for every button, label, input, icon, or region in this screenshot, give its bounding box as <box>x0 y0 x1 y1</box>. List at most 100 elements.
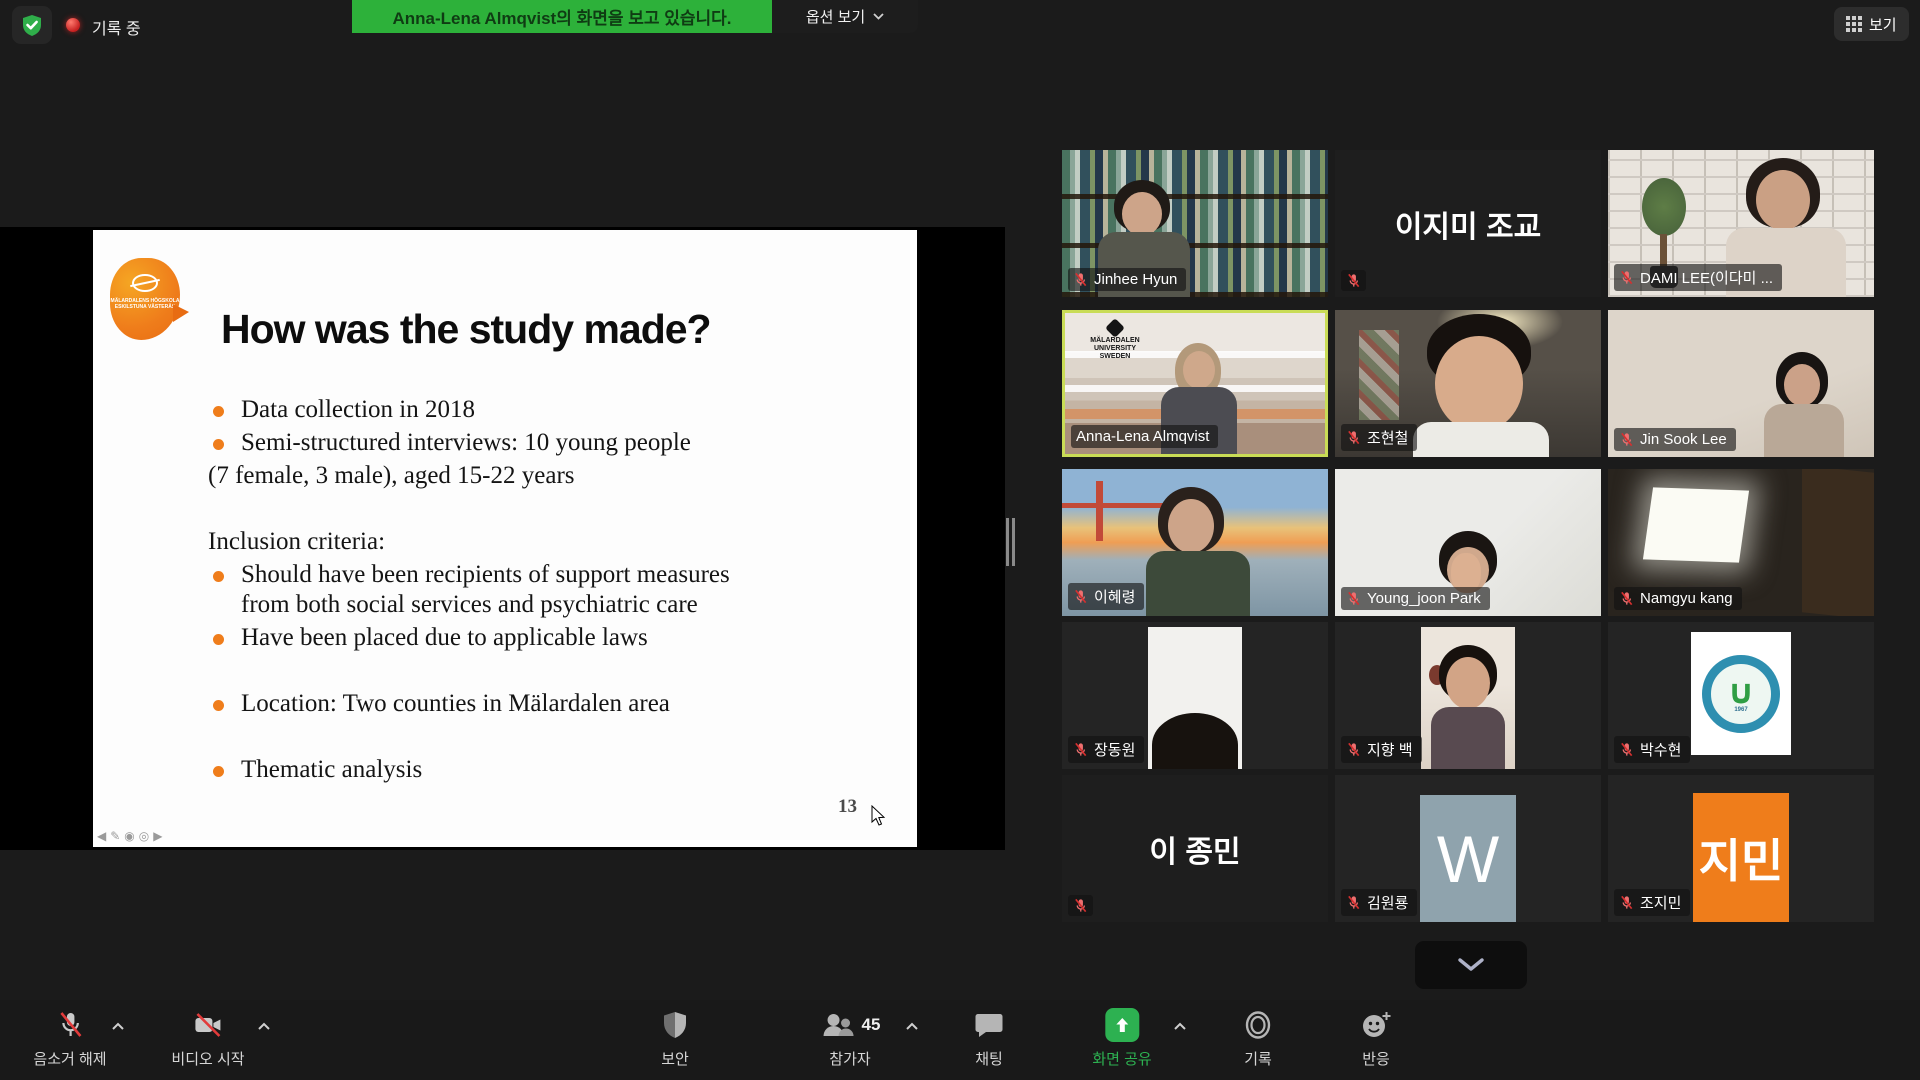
participant-tile[interactable]: Young_joon Park <box>1335 469 1601 616</box>
participant-avatar: 지민 <box>1693 793 1789 922</box>
participant-name: Namgyu kang <box>1640 590 1733 607</box>
record-button[interactable]: 기록 <box>1243 1008 1273 1069</box>
presentation-slide: MÄLARDALENS HÖGSKOLA ESKILSTUNA VÄSTERÅS… <box>93 230 917 847</box>
participant-name: Jin Sook Lee <box>1640 431 1727 448</box>
participant-tile[interactable]: 조현철 <box>1335 310 1601 457</box>
mic-off-icon <box>1346 273 1361 288</box>
share-screen-label: 화면 공유 <box>1092 1048 1151 1069</box>
participant-name: DAMI LEE(이다미 ... <box>1640 267 1773 288</box>
participants-label: 참가자 <box>829 1048 870 1069</box>
participant-name: Jinhee Hyun <box>1094 271 1177 288</box>
view-options-button[interactable]: 옵션 보기 <box>772 0 918 33</box>
mic-off-icon <box>1073 898 1088 913</box>
share-screen-button[interactable]: 화면 공유 <box>1092 1008 1151 1069</box>
participant-tile[interactable]: ∪ 1967 박수현 <box>1608 622 1874 769</box>
participant-name: 조지민 <box>1640 892 1681 913</box>
avatar-letter: W <box>1437 821 1499 897</box>
active-speaker-tile[interactable]: MÄLARDALEN UNIVERSITY SWEDEN Anna-Lena A… <box>1062 310 1328 457</box>
mic-off-icon <box>1619 742 1634 757</box>
slide-next-icon[interactable]: ▶ <box>153 829 162 843</box>
reactions-button[interactable]: 반응 <box>1360 1008 1392 1069</box>
mic-off-icon <box>1346 742 1361 757</box>
slide-bullet: Thematic analysis <box>208 756 422 784</box>
participant-video <box>1421 627 1515 769</box>
chat-button[interactable]: 채팅 <box>974 1008 1004 1069</box>
mic-off-icon <box>1619 432 1634 447</box>
participant-name: 장동원 <box>1094 739 1135 760</box>
participant-display-name: 이 종민 <box>1062 775 1328 922</box>
slide-text-line: Inclusion criteria: <box>208 528 385 556</box>
participant-avatar: ∪ 1967 <box>1691 632 1791 755</box>
slide-prev-icon[interactable]: ◀ <box>97 829 106 843</box>
shield-icon <box>661 1010 689 1040</box>
start-video-button[interactable]: 비디오 시작 <box>171 1008 244 1069</box>
recording-indicator-icon <box>66 18 80 32</box>
record-label: 기록 <box>1244 1048 1272 1069</box>
recording-label: 기록 중 <box>92 15 141 39</box>
record-icon <box>1243 1010 1273 1040</box>
bookshelf-background <box>1802 469 1874 616</box>
mic-off-icon <box>1073 272 1088 287</box>
meeting-toolbar: 음소거 해제 비디오 시작 <box>0 1000 1920 1080</box>
university-overlay-logo: MÄLARDALEN UNIVERSITY SWEDEN <box>1075 321 1155 355</box>
participant-tile[interactable]: 지민 조지민 <box>1608 775 1874 922</box>
participants-caret[interactable] <box>905 1018 919 1036</box>
participants-button[interactable]: 45 참가자 <box>820 1008 881 1069</box>
share-options-caret[interactable] <box>1173 1018 1187 1036</box>
reactions-label: 반응 <box>1362 1048 1390 1069</box>
audio-options-caret[interactable] <box>111 1018 125 1036</box>
mic-off-icon <box>1346 895 1361 910</box>
participant-tile[interactable]: Jin Sook Lee <box>1608 310 1874 457</box>
security-button[interactable]: 보안 <box>661 1008 689 1069</box>
participant-name: 지향 백 <box>1367 739 1413 760</box>
slide-options-icon[interactable]: ◎ <box>139 829 149 843</box>
participant-tile[interactable]: Jinhee Hyun <box>1062 150 1328 297</box>
avatar-letter: 지민 <box>1699 825 1784 891</box>
mic-off-icon <box>1073 589 1088 604</box>
participant-avatar: W <box>1420 795 1516 922</box>
camera-off-icon <box>191 1010 225 1040</box>
participant-tile[interactable]: W 김원룡 <box>1335 775 1601 922</box>
view-button[interactable]: 보기 <box>1834 7 1909 41</box>
video-options-caret[interactable] <box>257 1018 271 1036</box>
chevron-down-icon <box>1458 958 1484 972</box>
meeting-security-badge[interactable] <box>12 6 52 44</box>
participant-video <box>1148 627 1242 769</box>
chat-label: 채팅 <box>975 1048 1003 1069</box>
mic-off-icon <box>1346 591 1361 606</box>
association-emblem-icon: ∪ 1967 <box>1702 655 1780 733</box>
plant-decor <box>1642 178 1686 236</box>
participant-display-name: 이지미 조교 <box>1335 150 1601 297</box>
zoom-meeting-window: 기록 중 Anna-Lena Almqvist의 화면을 보고 있습니다. 옵션… <box>0 0 1920 1080</box>
slide-bullet: Location: Two counties in Mälardalen are… <box>208 690 670 718</box>
slide-bullet: Should have been recipients of support m… <box>208 561 730 589</box>
mic-off-icon <box>55 1010 85 1040</box>
slide-text-line: (7 female, 3 male), aged 15-22 years <box>208 462 575 490</box>
participant-tile[interactable]: 이지미 조교 <box>1335 150 1601 297</box>
mic-off-icon <box>1346 430 1361 445</box>
view-options-label: 옵션 보기 <box>806 6 865 27</box>
participant-name: 이혜령 <box>1094 586 1135 607</box>
slide-bullet: Have been placed due to applicable laws <box>208 624 648 652</box>
slide-pen-icon[interactable]: ✎ <box>110 829 120 843</box>
panel-resize-handle[interactable] <box>1006 518 1016 566</box>
participant-tile[interactable]: Namgyu kang <box>1608 469 1874 616</box>
participant-tile[interactable]: DAMI LEE(이다미 ... <box>1608 150 1874 297</box>
mouse-cursor <box>871 805 886 827</box>
unmute-label: 음소거 해제 <box>33 1048 106 1069</box>
participant-tile[interactable]: 이혜령 <box>1062 469 1328 616</box>
gallery-next-page-button[interactable] <box>1415 941 1527 989</box>
participant-tile[interactable]: 이 종민 <box>1062 775 1328 922</box>
mic-off-icon <box>1619 895 1634 910</box>
slide-page-number: 13 <box>838 796 857 818</box>
university-emblem-icon <box>132 274 158 292</box>
share-screen-icon <box>1105 1008 1139 1042</box>
unmute-button[interactable]: 음소거 해제 <box>33 1008 106 1069</box>
participant-name: 김원룡 <box>1367 892 1408 913</box>
participant-tile[interactable]: 장동원 <box>1062 622 1328 769</box>
slide-title: How was the study made? <box>221 306 711 353</box>
slide-menu-icon[interactable]: ◉ <box>124 829 134 843</box>
participant-name: 조현철 <box>1367 427 1408 448</box>
participants-icon <box>820 1010 856 1040</box>
participant-tile[interactable]: 지향 백 <box>1335 622 1601 769</box>
